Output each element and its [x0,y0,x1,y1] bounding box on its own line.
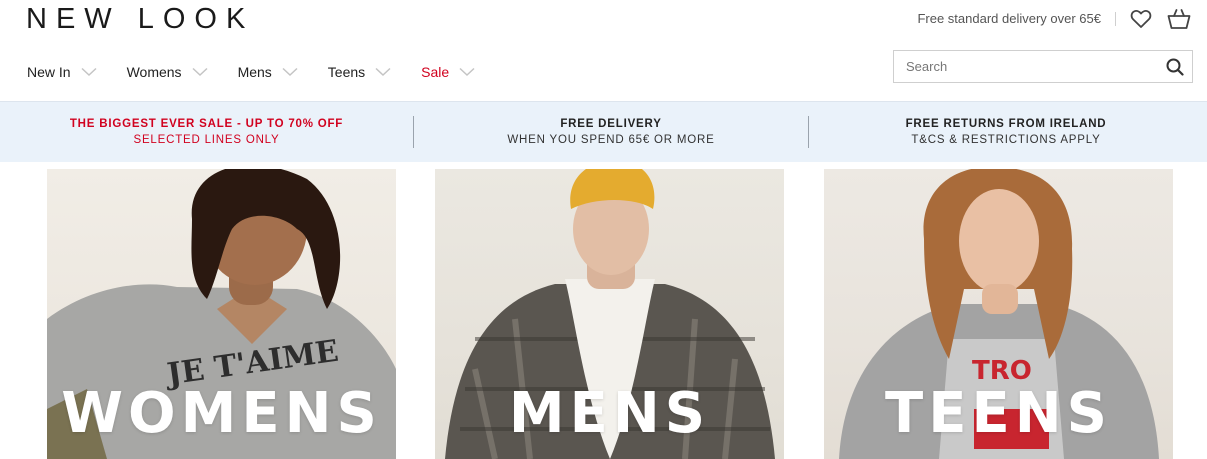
promo-free-returns[interactable]: FREE RETURNS FROM IRELAND T&CS & RESTRIC… [809,117,1203,148]
nav-item-label: New In [27,64,71,80]
category-tile-mens[interactable]: MENS [435,169,784,459]
search-input[interactable] [894,51,1158,82]
chevron-down-icon [375,67,391,77]
search-icon[interactable] [1158,51,1192,82]
nav-item-sale[interactable]: Sale [421,64,475,80]
promo-title: THE BIGGEST EVER SALE - UP TO 70% OFF [69,117,344,130]
promo-subtitle: SELECTED LINES ONLY [133,133,280,146]
chevron-down-icon [81,67,97,77]
brand-logo[interactable]: NEW LOOK [26,4,254,34]
promo-title: FREE DELIVERY [560,117,662,130]
promo-banner: THE BIGGEST EVER SALE - UP TO 70% OFF SE… [0,101,1207,162]
category-tile-womens[interactable]: JE T'AIME WOMENS [47,169,396,459]
chevron-down-icon [459,67,475,77]
category-tile-teens[interactable]: TRO TEENS [824,169,1173,459]
tile-label: TEENS [885,381,1112,446]
promo-sale[interactable]: THE BIGGEST EVER SALE - UP TO 70% OFF SE… [0,117,413,148]
nav-item-label: Womens [126,64,182,80]
nav-item-mens[interactable]: Mens [238,64,298,80]
tile-label: WOMENS [61,381,382,446]
search-box [893,50,1193,83]
chevron-down-icon [282,67,298,77]
header-utilities: Free standard delivery over 65€ [917,6,1192,32]
nav-item-womens[interactable]: Womens [127,64,208,80]
delivery-note: Free standard delivery over 65€ [917,12,1116,26]
basket-icon[interactable] [1166,6,1192,32]
nav-item-new-in[interactable]: New In [27,64,97,80]
nav-item-label: Mens [237,64,272,80]
promo-title: FREE RETURNS FROM IRELAND [905,117,1107,130]
promo-free-delivery[interactable]: FREE DELIVERY WHEN YOU SPEND 65€ OR MORE [414,117,808,148]
nav-item-label: Sale [421,64,450,80]
promo-subtitle: T&CS & RESTRICTIONS APPLY [911,133,1101,146]
nav-item-teens[interactable]: Teens [328,64,391,80]
main-nav: New In Womens Mens Teens Sale [27,60,505,84]
promo-subtitle: WHEN YOU SPEND 65€ OR MORE [507,133,715,146]
heart-icon[interactable] [1128,6,1154,32]
tile-label: MENS [508,381,711,446]
nav-item-label: Teens [327,64,366,80]
chevron-down-icon [192,67,208,77]
